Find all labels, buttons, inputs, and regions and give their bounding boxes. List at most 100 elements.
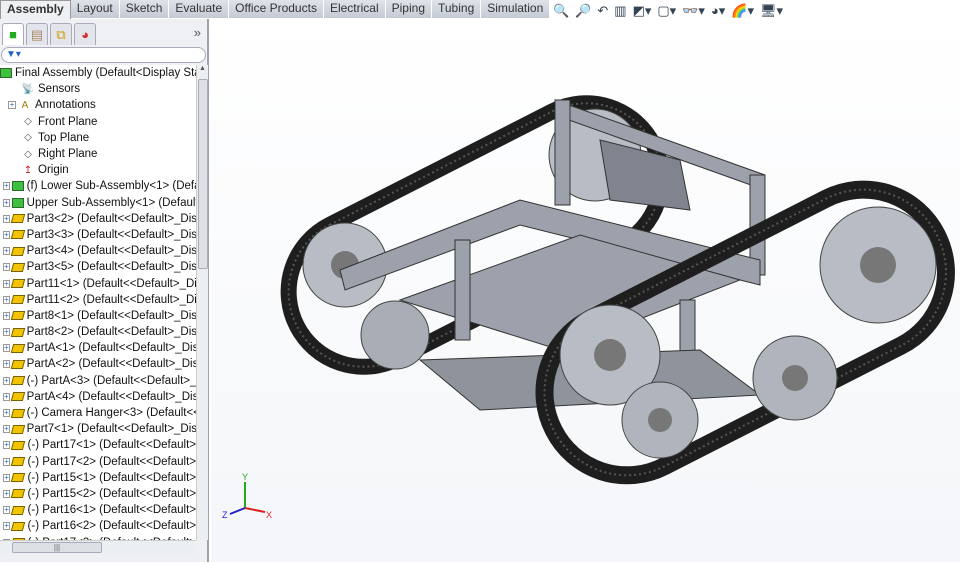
assembly-icon [11,180,24,193]
tab-piping[interactable]: Piping [385,0,432,18]
tree-item[interactable]: ◇ Front Plane [0,114,196,130]
horizontal-scrollbar[interactable]: ||| [0,540,196,554]
expand-icon[interactable]: + [3,376,10,385]
tree-item[interactable]: + Part3<2> (Default<<Default>_Dis [0,211,196,227]
tree-item[interactable]: 📡 Sensors [0,81,196,97]
display-style-icon[interactable]: ▢▾ [657,3,676,19]
tree-item[interactable]: + Part3<3> (Default<<Default>_Dis [0,227,196,243]
tree-item[interactable]: + Part3<5> (Default<<Default>_Dis [0,259,196,275]
part-icon [10,407,25,420]
tab-layout[interactable]: Layout [70,0,120,18]
expand-icon[interactable]: + [3,489,11,498]
tree-item[interactable]: + (-) Camera Hanger<3> (Default<< [0,405,196,421]
expand-panel-button[interactable]: » [194,25,201,40]
filter-icon: ▼ [6,49,16,60]
panel-tabs: ■ ▤ ⧉ ◕ » [0,19,207,45]
expand-icon[interactable]: + [3,506,11,515]
tree-item[interactable]: + PartA<2> (Default<<Default>_Dis [0,356,196,372]
expand-icon[interactable]: + [3,425,10,434]
tree-item[interactable]: ↥ Origin [0,162,196,178]
configuration-manager-tab[interactable]: ⧉ [50,23,72,45]
tree-item-label: (-) PartA<3> (Default<<Default>_ [26,374,196,387]
filter-input[interactable]: ▼▾ [1,47,206,63]
zoom-to-area-icon[interactable]: 🔎 [575,3,591,19]
tree-item-label: Final Assembly (Default<Display Stat [15,67,196,80]
scroll-up-icon[interactable]: ▲ [197,65,208,72]
tab-sketch[interactable]: Sketch [119,0,170,18]
tree-item[interactable]: + Part11<2> (Default<<Default>_Di [0,292,196,308]
hide-show-items-icon[interactable]: 👓▾ [682,3,705,19]
feature-tree: Final Assembly (Default<Display Stat 📡 Sen… [0,65,196,540]
tree-item[interactable]: ◇ Right Plane [0,146,196,162]
tree-item[interactable]: + (-) Part15<2> (Default<<Default> [0,486,196,502]
tree-item-label: (-) Part15<1> (Default<<Default> [27,471,196,484]
zoom-to-fit-icon[interactable]: 🔍 [553,3,569,19]
expand-icon[interactable]: + [3,473,11,482]
tree-item[interactable]: ◇ Top Plane [0,130,196,146]
display-manager-tab[interactable]: ◕ [74,23,96,45]
property-manager-tab[interactable]: ▤ [26,23,48,45]
tree-item[interactable]: + (-) Part15<1> (Default<<Default> [0,470,196,486]
tree-item[interactable]: + Part8<1> (Default<<Default>_Dis [0,308,196,324]
tree-item[interactable]: + (-) Part17<1> (Default<<Default> [0,437,196,453]
tree-item[interactable]: + Part3<4> (Default<<Default>_Dis [0,243,196,259]
tree-item[interactable]: + (-) Part16<2> (Default<<Default> [0,518,196,534]
vertical-scrollbar[interactable]: ▲ [196,65,208,540]
expand-icon[interactable]: + [3,247,10,256]
expand-icon[interactable]: + [3,263,10,272]
tree-item[interactable]: + (f) Lower Sub-Assembly<1> (Default [0,178,196,194]
scroll-thumb[interactable]: ||| [12,542,102,553]
tab-office-products[interactable]: Office Products [229,0,324,18]
view-orientation-icon[interactable]: ◩▾ [633,3,652,19]
axis-triad: Y X Z [222,472,272,520]
expand-icon[interactable]: + [3,409,10,418]
previous-view-icon[interactable]: ↶ [597,3,608,19]
part-icon [11,455,26,468]
view-settings-icon[interactable]: 🖥▾ [760,3,783,19]
expand-icon[interactable]: + [3,230,10,239]
expand-icon[interactable]: + [3,392,10,401]
robot-tank-model: Y X Z [222,95,955,520]
tree-item[interactable]: + (-) PartA<3> (Default<<Default>_ [0,373,196,389]
apply-scene-icon[interactable]: 🌈▾ [731,3,754,19]
tab-simulation[interactable]: Simulation [481,0,551,18]
tab-assembly[interactable]: Assembly [0,0,71,20]
tree-item-label: PartA<2> (Default<<Default>_Dis [26,358,196,371]
tab-evaluate[interactable]: Evaluate [169,0,230,18]
expand-icon[interactable]: + [3,360,10,369]
tab-tubing[interactable]: Tubing [432,0,482,18]
tree-item[interactable]: + PartA<4> (Default<<Default>_Dis [0,389,196,405]
part-icon [11,471,26,484]
expand-icon[interactable]: + [3,328,10,337]
expand-icon[interactable]: + [3,311,10,320]
tree-item[interactable]: + PartA<1> (Default<<Default>_Dis [0,340,196,356]
tree-item[interactable]: + A Annotations [0,97,196,113]
tree-item[interactable]: + (-) Part17<2> (Default<<Default> [0,454,196,470]
tree-item[interactable]: + (-) Part16<1> (Default<<Default> [0,502,196,518]
expand-icon[interactable]: + [3,198,10,207]
expand-icon[interactable]: + [3,182,10,191]
expand-icon[interactable]: + [3,295,10,304]
expand-icon[interactable]: + [8,101,16,110]
feature-manager-tab[interactable]: ■ [2,23,24,45]
graphics-area[interactable]: Y X Z [211,19,960,562]
tree-item[interactable]: + Upper Sub-Assembly<1> (Default [0,195,196,211]
edit-appearance-icon[interactable]: ◕▾ [711,3,725,19]
tree-item-label: (-) Part17<2> (Default<<Default> [27,455,196,468]
expand-icon[interactable]: + [3,214,10,223]
expand-icon[interactable]: + [3,344,10,353]
tab-electrical[interactable]: Electrical [323,0,386,18]
tree-item[interactable]: + Part7<1> (Default<<Default>_Dis [0,421,196,437]
tree-item[interactable]: Final Assembly (Default<Display Stat [0,65,196,81]
section-view-icon[interactable]: ▥ [614,3,626,19]
scroll-thumb[interactable] [198,79,208,269]
expand-icon[interactable]: + [3,279,10,288]
expand-icon[interactable]: + [3,457,11,466]
expand-icon[interactable]: + [3,441,11,450]
expand-icon[interactable]: + [3,522,11,531]
tree-item-label: (-) Camera Hanger<3> (Default<< [26,407,196,420]
command-manager-tabs: Assembly Layout Sketch Evaluate Office Produ… [0,0,551,20]
tree-item[interactable]: + Part8<2> (Default<<Default>_Dis [0,324,196,340]
sensors-icon: 📡 [21,83,35,95]
tree-item[interactable]: + Part11<1> (Default<<Default>_Di [0,275,196,291]
